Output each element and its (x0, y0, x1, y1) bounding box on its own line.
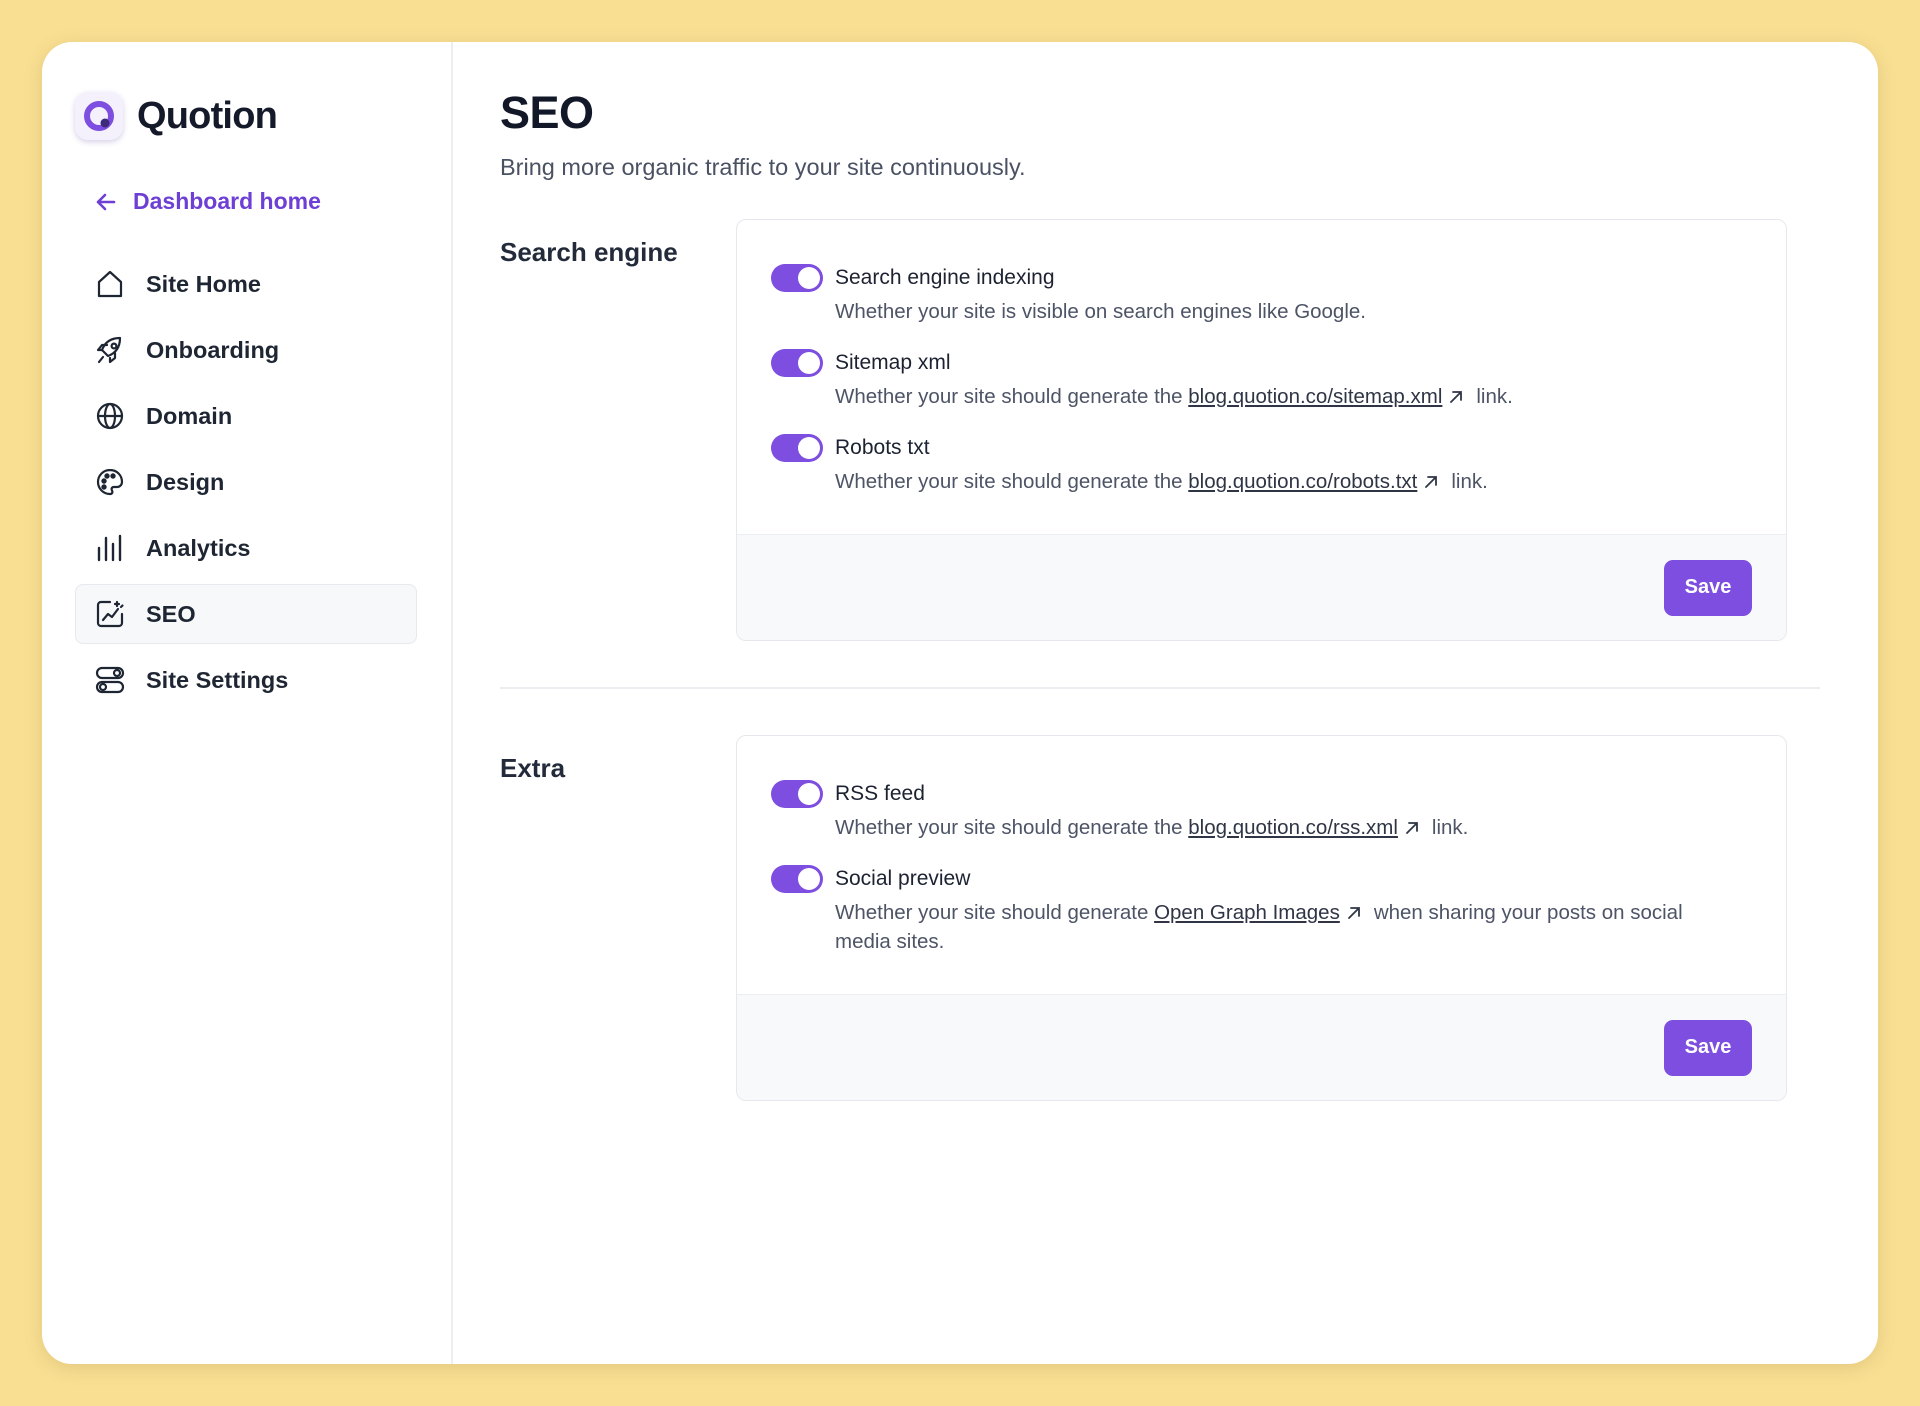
sidebar-item-domain[interactable]: Domain (75, 386, 417, 446)
card-body: RSS feed Whether your site should genera… (737, 736, 1786, 994)
page-title: SEO (500, 87, 594, 138)
toggle-text: Social preview Whether your site should … (835, 864, 1735, 956)
brand-name: Quotion (137, 94, 278, 137)
sidebar-item-design[interactable]: Design (75, 452, 417, 512)
toggle-knob (798, 267, 820, 289)
rocket-icon (94, 334, 126, 366)
page-subtitle: Bring more organic traffic to your site … (500, 154, 1026, 180)
section-label: Search engine (500, 237, 678, 267)
toggle-knob (798, 352, 820, 374)
palette-icon (94, 466, 126, 498)
toggle-title: Sitemap xml (835, 351, 951, 374)
toggle-description: Whether your site should generate Open G… (835, 898, 1735, 956)
bar-chart-icon (94, 532, 126, 564)
sidebar-item-analytics[interactable]: Analytics (75, 518, 417, 578)
toggles-icon (94, 664, 126, 696)
sidebar-item-seo[interactable]: SEO (75, 584, 417, 644)
globe-icon (94, 400, 126, 432)
toggle-text: RSS feed Whether your site should genera… (835, 779, 1468, 842)
section-extra: Extra RSS feed Whether your site should … (500, 735, 1820, 1101)
main-content: SEO Bring more organic traffic to your s… (500, 86, 1820, 1101)
desc-text: link. (1476, 385, 1513, 408)
rss-link[interactable]: blog.quotion.co/rss.xml (1188, 816, 1398, 839)
toggle-text: Sitemap xml Whether your site should gen… (835, 348, 1513, 411)
house-icon (94, 268, 126, 300)
sidebar-item-label: Site Home (146, 270, 261, 297)
dashboard-home-link[interactable]: Dashboard home (93, 188, 417, 215)
sidebar: Quotion Dashboard home Site Home Onboard… (42, 42, 453, 1364)
toggle-row-sitemap: Sitemap xml Whether your site should gen… (771, 348, 1752, 411)
sidebar-nav: Site Home Onboarding Domain Design Analy… (75, 254, 417, 710)
section-divider (500, 687, 1820, 689)
robots-toggle[interactable] (771, 434, 823, 462)
section-search-engine: Search engine Search engine indexing Whe… (500, 219, 1820, 641)
external-link-icon (1423, 469, 1439, 488)
robots-link[interactable]: blog.quotion.co/robots.txt (1188, 470, 1417, 493)
app-window: Quotion Dashboard home Site Home Onboard… (42, 42, 1878, 1364)
card-footer: Save (737, 994, 1786, 1100)
save-button[interactable]: Save (1664, 559, 1752, 616)
sidebar-item-label: Design (146, 468, 225, 495)
sidebar-item-label: Analytics (146, 534, 251, 561)
sitemap-toggle[interactable] (771, 349, 823, 377)
arrow-left-icon (93, 189, 119, 215)
quotion-logo-icon (75, 92, 123, 140)
rss-toggle[interactable] (771, 780, 823, 808)
sidebar-item-label: Domain (146, 402, 233, 429)
toggle-text: Search engine indexing Whether your site… (835, 263, 1366, 326)
dashboard-home-label: Dashboard home (133, 188, 321, 214)
sidebar-item-label: Site Settings (146, 666, 289, 693)
brand: Quotion (75, 86, 417, 146)
toggle-description: Whether your site should generate the bl… (835, 382, 1513, 411)
sitemap-link[interactable]: blog.quotion.co/sitemap.xml (1188, 385, 1442, 408)
toggle-description: Whether your site is visible on search e… (835, 300, 1366, 323)
external-link-icon (1346, 900, 1362, 919)
toggle-knob (798, 783, 820, 805)
desc-text: Whether your site should generate the (835, 385, 1189, 408)
toggle-description: Whether your site should generate the bl… (835, 467, 1488, 496)
toggle-title: Robots txt (835, 436, 930, 459)
desc-text: link. (1451, 470, 1488, 493)
toggle-knob (798, 437, 820, 459)
desc-text: Whether your site should generate the (835, 816, 1189, 839)
external-link-icon (1404, 815, 1420, 834)
toggle-title: Search engine indexing (835, 266, 1055, 289)
desc-text: Whether your site should generate the (835, 470, 1189, 493)
desc-text: link. (1431, 816, 1469, 839)
desc-text: Whether your site should generate (835, 901, 1155, 924)
open-graph-link[interactable]: Open Graph Images (1154, 901, 1340, 924)
sidebar-item-onboarding[interactable]: Onboarding (75, 320, 417, 380)
toggle-text: Robots txt Whether your site should gene… (835, 433, 1488, 496)
toggle-row-social-preview: Social preview Whether your site should … (771, 864, 1752, 956)
search-engine-card: Search engine indexing Whether your site… (736, 219, 1787, 641)
card-footer: Save (737, 534, 1786, 640)
toggle-row-robots: Robots txt Whether your site should gene… (771, 433, 1752, 496)
sidebar-item-site-settings[interactable]: Site Settings (75, 650, 417, 710)
sidebar-item-label: SEO (146, 600, 196, 627)
toggle-row-search-indexing: Search engine indexing Whether your site… (771, 263, 1752, 326)
extra-card: RSS feed Whether your site should genera… (736, 735, 1787, 1101)
sidebar-item-label: Onboarding (146, 336, 280, 363)
toggle-row-rss: RSS feed Whether your site should genera… (771, 779, 1752, 842)
search-indexing-toggle[interactable] (771, 264, 823, 292)
toggle-knob (798, 868, 820, 890)
save-button[interactable]: Save (1664, 1019, 1752, 1076)
toggle-title: RSS feed (835, 782, 925, 805)
seo-chart-icon (94, 598, 126, 630)
section-label: Extra (500, 753, 566, 783)
card-body: Search engine indexing Whether your site… (737, 220, 1786, 534)
toggle-title: Social preview (835, 867, 971, 890)
social-preview-toggle[interactable] (771, 865, 823, 893)
external-link-icon (1448, 384, 1464, 403)
sidebar-item-site-home[interactable]: Site Home (75, 254, 417, 314)
toggle-description: Whether your site should generate the bl… (835, 813, 1468, 842)
